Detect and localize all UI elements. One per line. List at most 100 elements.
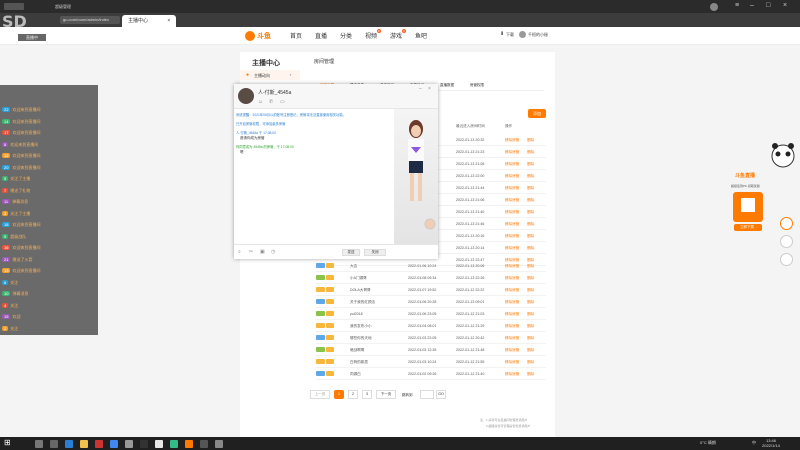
delete-link[interactable]: 删除 — [527, 276, 534, 281]
remove-admin-link[interactable]: 移除房管 — [505, 372, 519, 377]
side-float-button-1[interactable] — [780, 217, 793, 230]
obs-icon[interactable] — [155, 440, 163, 448]
app-icon-red[interactable] — [95, 440, 103, 448]
side-float-button-3[interactable] — [780, 253, 793, 266]
remove-admin-link[interactable]: 移除房管 — [505, 336, 519, 341]
next-page-button[interactable]: 下一页 — [376, 390, 396, 399]
download-icon[interactable]: ⬇ — [500, 31, 504, 37]
delete-link[interactable]: 删除 — [527, 336, 534, 341]
delete-link[interactable]: 删除 — [527, 222, 534, 227]
delete-link[interactable]: 删除 — [527, 246, 534, 251]
app-icon-misc-2[interactable] — [215, 440, 223, 448]
remove-admin-link[interactable]: 移除房管 — [505, 186, 519, 191]
close-button[interactable]: 关闭 — [364, 249, 386, 256]
remove-admin-link[interactable]: 移除房管 — [505, 348, 519, 353]
delete-link[interactable]: 删除 — [527, 174, 534, 179]
user-avatar[interactable] — [519, 31, 526, 38]
remove-admin-link[interactable]: 移除房管 — [505, 138, 519, 143]
download-link[interactable]: 下载 — [506, 32, 514, 38]
delete-link[interactable]: 删除 — [527, 372, 534, 377]
delete-link[interactable]: 删除 — [527, 138, 534, 143]
ad-download-button[interactable]: 立即下载 — [740, 225, 754, 230]
user-name[interactable]: 千桓的小秘 — [528, 32, 548, 38]
nav-live[interactable]: 直播 — [315, 31, 327, 40]
window-menu-icon[interactable]: ≡ — [735, 2, 739, 9]
remove-admin-link[interactable]: 移除房管 — [505, 162, 519, 167]
minimize-icon[interactable]: – — [750, 2, 754, 9]
minimize-chat-icon[interactable]: – — [419, 86, 422, 92]
delete-link[interactable]: 删除 — [527, 210, 534, 215]
side-float-button-2[interactable] — [780, 235, 793, 248]
video-icon[interactable]: ▭ — [280, 99, 285, 105]
jump-page-input[interactable] — [420, 390, 434, 399]
remove-admin-link[interactable]: 移除房管 — [505, 324, 519, 329]
remove-admin-link[interactable]: 移除房管 — [505, 288, 519, 293]
delete-link[interactable]: 删除 — [527, 348, 534, 353]
nav-home[interactable]: 首页 — [290, 31, 302, 40]
maximize-icon[interactable]: □ — [766, 2, 770, 9]
jump-go-button[interactable]: GO — [436, 390, 446, 399]
close-icon[interactable]: × — [783, 2, 787, 9]
delete-link[interactable]: 删除 — [527, 288, 534, 293]
edge-icon[interactable] — [65, 440, 73, 448]
delete-link[interactable]: 删除 — [527, 312, 534, 317]
remove-admin-link[interactable]: 移除房管 — [505, 198, 519, 203]
delete-link[interactable]: 删除 — [527, 324, 534, 329]
contact-avatar[interactable] — [238, 88, 254, 104]
profile-icon[interactable] — [710, 3, 718, 11]
remove-admin-link[interactable]: 移除房管 — [505, 210, 519, 215]
nav-category[interactable]: 分类 — [340, 31, 352, 40]
delete-link[interactable]: 删除 — [527, 360, 534, 365]
send-button[interactable]: 发送 — [342, 249, 360, 256]
phone-icon[interactable]: ✆ — [269, 99, 273, 105]
history-icon[interactable]: ◷ — [271, 249, 275, 255]
remove-admin-link[interactable]: 移除房管 — [505, 174, 519, 179]
start-icon[interactable]: ⊞ — [4, 438, 11, 447]
browser-icon[interactable] — [110, 440, 118, 448]
remove-admin-link[interactable]: 移除房管 — [505, 246, 519, 251]
tab-admin-rights[interactable]: 房管权限 — [470, 83, 484, 88]
douyu-taskbar-icon[interactable] — [185, 440, 193, 448]
app-icon-misc[interactable] — [200, 440, 208, 448]
remove-admin-link[interactable]: 移除房管 — [505, 234, 519, 239]
close-chat-icon[interactable]: × — [428, 86, 431, 92]
page-1-button[interactable]: 1 — [334, 390, 344, 399]
delete-link[interactable]: 删除 — [527, 186, 534, 191]
emoji-icon[interactable]: ☺ — [258, 99, 263, 105]
remove-admin-link[interactable]: 移除房管 — [505, 222, 519, 227]
remove-admin-link[interactable]: 移除房管 — [505, 312, 519, 317]
remove-admin-link[interactable]: 移除房管 — [505, 150, 519, 155]
delete-link[interactable]: 删除 — [527, 234, 534, 239]
delete-link[interactable]: 删除 — [527, 198, 534, 203]
task-view-icon[interactable] — [50, 440, 58, 448]
tab-anchor-center[interactable]: 主播中心 × — [122, 15, 177, 27]
delete-link[interactable]: 删除 — [527, 264, 534, 269]
remove-admin-link[interactable]: 移除房管 — [505, 360, 519, 365]
address-bar[interactable]: gu.com/room/admin/index — [60, 16, 120, 24]
tab-live-data[interactable]: 直播数据 — [440, 83, 454, 88]
add-admin-button[interactable]: 添加 — [528, 109, 546, 118]
search-icon[interactable]: ⌕ — [238, 249, 241, 255]
search-taskbar-icon[interactable] — [35, 440, 43, 448]
app-icon-dark[interactable] — [140, 440, 148, 448]
page-2-button[interactable]: 2 — [348, 390, 358, 399]
image-icon[interactable]: ▣ — [260, 249, 265, 255]
delete-link[interactable]: 删除 — [527, 150, 534, 155]
nav-fishbar[interactable]: 鱼吧 — [415, 31, 427, 40]
app-icon-green[interactable] — [170, 440, 178, 448]
sidebar-item-trends[interactable]: ● 主播动向 › — [240, 70, 300, 80]
remove-admin-link[interactable]: 移除房管 — [505, 276, 519, 281]
folder-icon[interactable] — [80, 440, 88, 448]
delete-link[interactable]: 删除 — [527, 162, 534, 167]
app-icon-gray[interactable] — [125, 440, 133, 448]
remove-admin-link[interactable]: 移除房管 — [505, 300, 519, 305]
remove-admin-link[interactable]: 移除房管 — [505, 264, 519, 269]
douyu-logo[interactable]: 斗鱼 — [244, 30, 280, 41]
ime-indicator[interactable]: 中 — [752, 440, 756, 446]
nav-games[interactable]: 游戏 — [390, 31, 402, 40]
delete-link[interactable]: 删除 — [527, 300, 534, 305]
scissors-icon[interactable]: ✂ — [249, 249, 253, 255]
clock-date[interactable]: 2022/1/14 — [762, 443, 780, 448]
tab-close-icon[interactable]: × — [167, 18, 170, 24]
prev-page-button[interactable]: 上一页 — [310, 390, 330, 399]
